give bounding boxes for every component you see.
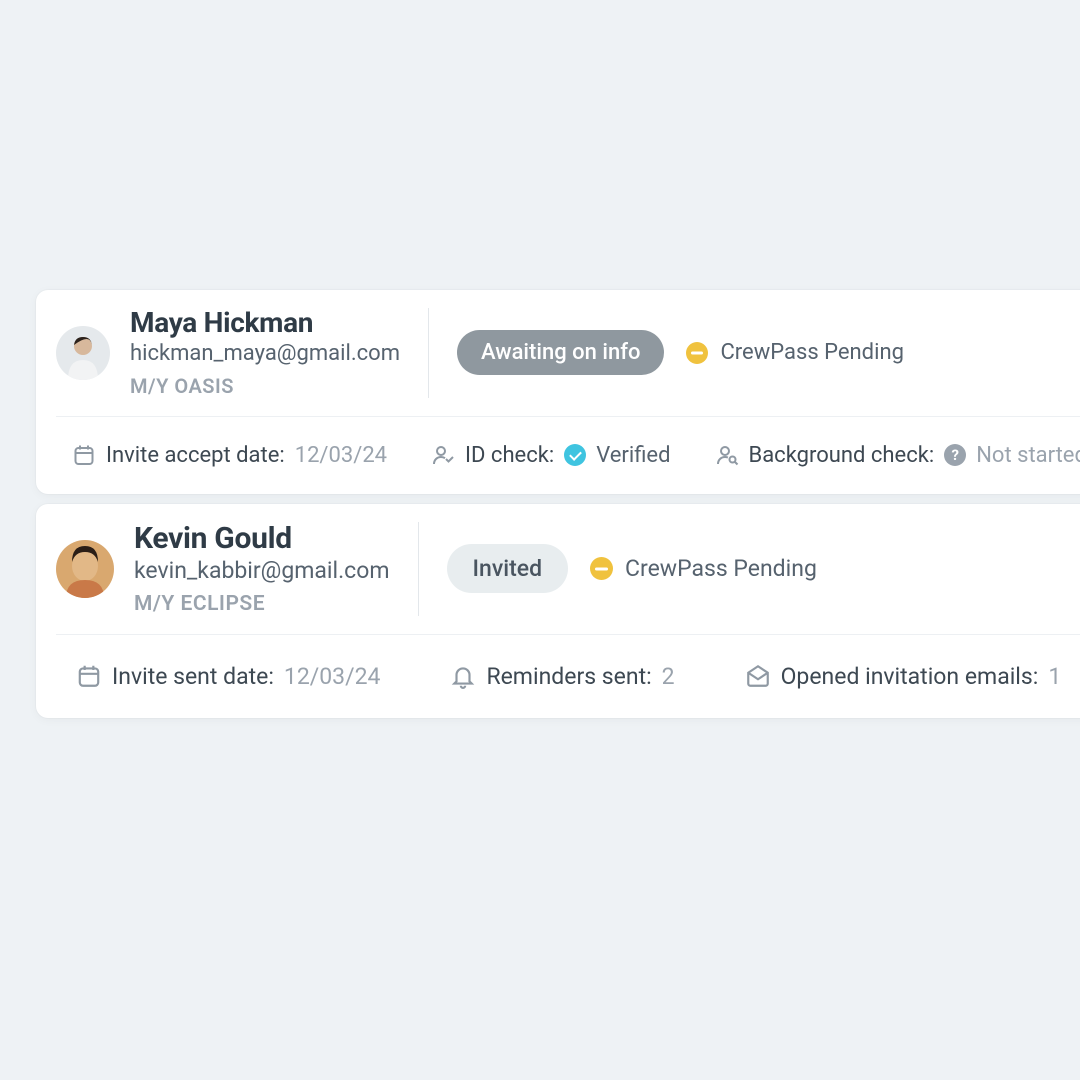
- reminders-label: Reminders sent:: [486, 663, 651, 690]
- reminders-value: 2: [662, 663, 675, 690]
- bg-check-value: Not started: [976, 443, 1080, 468]
- id-check: ID check: Verified: [431, 443, 670, 468]
- calendar-icon: [76, 663, 102, 689]
- opened-label: Opened invitation emails:: [781, 663, 1039, 690]
- check-icon: [564, 444, 586, 466]
- person-name: Kevin Gould: [134, 522, 390, 555]
- avatar: [56, 540, 114, 598]
- vessel-name: M/Y OASIS: [130, 374, 400, 398]
- user-check-icon: [431, 443, 455, 467]
- crewpass-label: CrewPass Pending: [720, 340, 903, 365]
- person-email: hickman_maya@gmail.com: [130, 341, 400, 366]
- opened-value: 1: [1048, 663, 1061, 690]
- mail-open-icon: [745, 663, 771, 689]
- crew-card[interactable]: Kevin Gould kevin_kabbir@gmail.com M/Y E…: [36, 504, 1080, 718]
- invite-date: Invite sent date: 12/03/24: [76, 663, 380, 690]
- crewpass-status: CrewPass Pending: [686, 340, 903, 365]
- id-check-label: ID check:: [465, 443, 554, 468]
- vessel-name: M/Y ECLIPSE: [134, 592, 390, 616]
- reminders-sent: Reminders sent: 2: [450, 663, 674, 690]
- crewpass-status: CrewPass Pending: [590, 555, 817, 582]
- person-name: Maya Hickman: [130, 308, 400, 339]
- avatar: [56, 326, 110, 380]
- crew-card[interactable]: Maya Hickman hickman_maya@gmail.com M/Y …: [36, 290, 1080, 494]
- question-icon: ?: [944, 444, 966, 466]
- pending-icon: [686, 342, 708, 364]
- id-check-value: Verified: [596, 443, 670, 468]
- person-email: kevin_kabbir@gmail.com: [134, 557, 390, 584]
- calendar-icon: [72, 443, 96, 467]
- pending-icon: [590, 557, 613, 580]
- invite-value: 12/03/24: [284, 663, 381, 690]
- person-info: Kevin Gould kevin_kabbir@gmail.com M/Y E…: [134, 522, 419, 616]
- status-pill: Invited: [447, 544, 569, 593]
- opened-emails: Opened invitation emails: 1: [745, 663, 1062, 690]
- invite-value: 12/03/24: [295, 443, 387, 468]
- invite-label: Invite sent date:: [112, 663, 274, 690]
- invite-label: Invite accept date:: [106, 443, 285, 468]
- person-info: Maya Hickman hickman_maya@gmail.com M/Y …: [130, 308, 429, 398]
- user-search-icon: [715, 443, 739, 467]
- background-check: Background check: ? Not started: [715, 443, 1080, 468]
- bg-check-label: Background check:: [749, 443, 935, 468]
- crewpass-label: CrewPass Pending: [625, 555, 817, 582]
- status-pill: Awaiting on info: [457, 330, 664, 375]
- bell-icon: [450, 663, 476, 689]
- invite-date: Invite accept date: 12/03/24: [72, 443, 387, 468]
